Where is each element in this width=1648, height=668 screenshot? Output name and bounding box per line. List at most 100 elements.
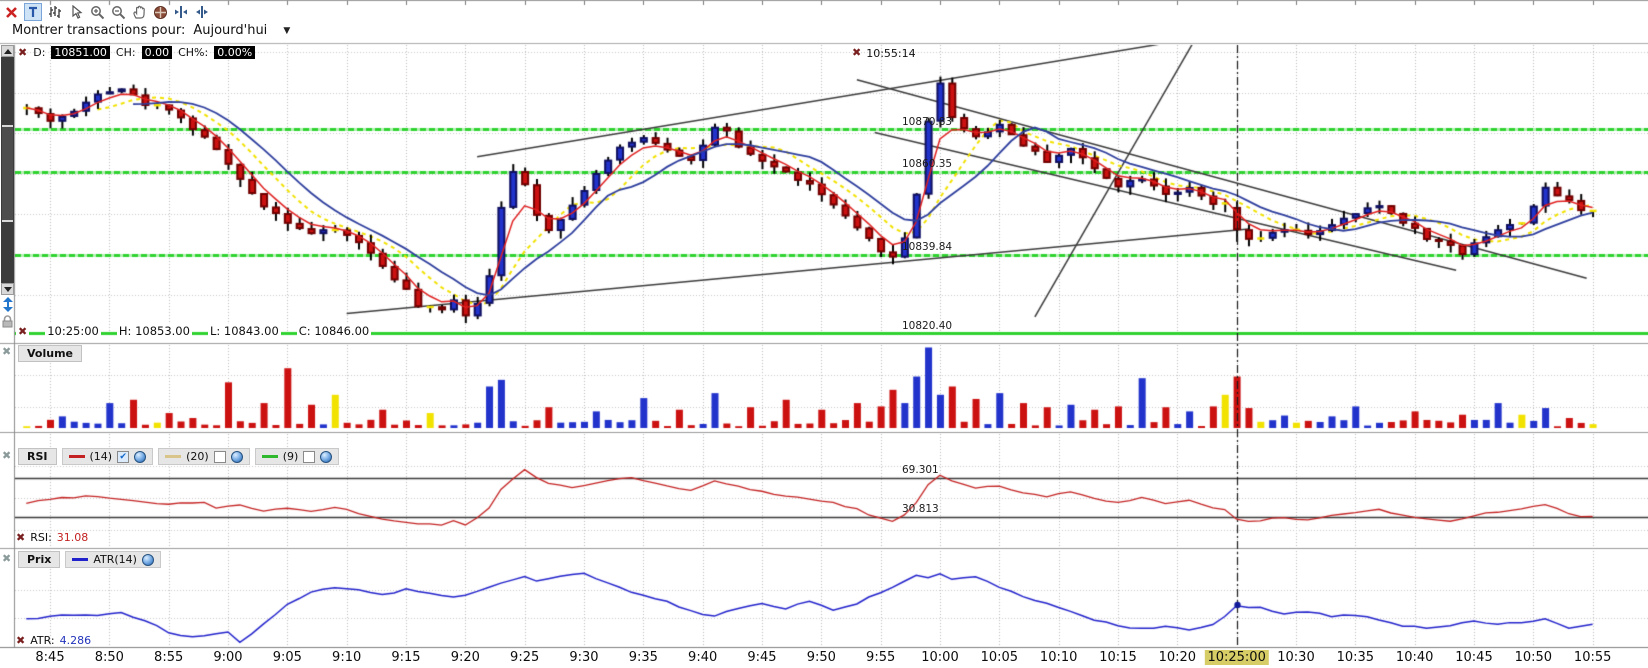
x-axis-label: 9:10 xyxy=(332,650,362,665)
x-axis-label: 10:55 xyxy=(1573,650,1612,665)
volume-panel-title: Volume xyxy=(18,345,82,362)
close-button[interactable] xyxy=(3,4,19,20)
x-axis-label: 9:40 xyxy=(688,650,718,665)
rsi-series-14-legend: (14) ✔ xyxy=(61,448,154,465)
x-axis-label: 10:50 xyxy=(1514,650,1553,665)
x-axis-label: 9:05 xyxy=(272,650,302,665)
x-axis-label: 10:25:00 xyxy=(1204,650,1269,665)
x-axis-label: 10:35 xyxy=(1336,650,1375,665)
cursor-time-value: 10:55:14 xyxy=(866,47,916,60)
change-pct-label: CH%: xyxy=(178,46,209,59)
close-atr-readout-icon[interactable]: ✖ xyxy=(16,635,25,646)
x-axis-label: 10:10 xyxy=(1039,650,1078,665)
x-axis-label: 10:45 xyxy=(1455,650,1493,665)
x-axis-label: 10:15 xyxy=(1099,650,1137,665)
rsi-20-label: (20) xyxy=(186,450,209,463)
x-axis-label: 9:45 xyxy=(747,650,777,665)
rsi-readout-label: RSI: xyxy=(30,531,52,544)
x-axis-label: 9:20 xyxy=(450,650,480,665)
x-axis-label: 8:45 xyxy=(35,650,65,665)
rsi-readout: ✖ RSI: 31.08 xyxy=(16,531,88,544)
time-axis: 8:45 8:50 8:55 9:00 9:05 9:10 9:15 9:20 9:25 9:30… xyxy=(0,650,1648,667)
rsi-9-label: (9) xyxy=(282,450,299,463)
text-tool-button[interactable] xyxy=(24,3,42,21)
x-axis-label: 10:30 xyxy=(1277,650,1315,665)
arrow-up-icon xyxy=(3,48,12,54)
close-cursor-time-icon[interactable]: ✖ xyxy=(852,47,861,60)
last-label: D: xyxy=(33,46,46,59)
vertical-scrollbar[interactable] xyxy=(1,45,14,295)
chart-toolbar xyxy=(3,3,210,21)
chevron-down-icon: ▼ xyxy=(283,25,291,36)
atr-series-legend: ATR(14) xyxy=(65,551,161,568)
x-axis-label: 10:00 xyxy=(921,650,959,665)
price-level-label: 10820.40 xyxy=(902,320,953,332)
close-rsi-readout-icon[interactable]: ✖ xyxy=(16,532,25,543)
transactions-filter-dropdown[interactable]: Aujourd'hui ▼ xyxy=(193,23,290,38)
x-axis-label: 9:50 xyxy=(806,650,836,665)
rsi-20-checkbox[interactable] xyxy=(213,450,226,463)
rsi-14-label: (14) xyxy=(89,450,113,463)
zoom-in-button[interactable] xyxy=(89,4,105,20)
scroll-down-button[interactable] xyxy=(1,283,14,295)
rsi-lower-level-label: 30.813 xyxy=(902,503,939,515)
rsi-panel-title: RSI xyxy=(18,448,57,465)
rsi-9-checkbox[interactable] xyxy=(303,450,316,463)
filter-value: Aujourd'hui xyxy=(193,23,268,38)
close-rsi-panel-icon[interactable]: ✖ xyxy=(2,449,11,462)
bars-tool-button[interactable] xyxy=(47,4,63,20)
status-low: L: 10843.00 xyxy=(207,324,281,338)
atr-settings-icon[interactable] xyxy=(141,553,154,566)
x-axis-label: 10:40 xyxy=(1395,650,1434,665)
atr-line-swatch xyxy=(72,558,89,561)
x-axis-label: 8:55 xyxy=(154,650,184,665)
atr-readout-value: 4.286 xyxy=(59,634,92,647)
rsi-20-line-swatch xyxy=(165,455,182,458)
atr-series-label: ATR(14) xyxy=(93,553,137,566)
rsi-14-line-swatch xyxy=(68,455,85,458)
price-level-label: 10860.35 xyxy=(902,158,953,170)
x-axis-label: 9:00 xyxy=(213,650,243,665)
price-level-label: 10839.84 xyxy=(902,241,953,253)
atr-panel-title: Prix xyxy=(18,551,61,568)
x-axis-label: 8:50 xyxy=(94,650,124,665)
atr-readout-label: ATR: xyxy=(30,634,55,647)
change-value: 0.00 xyxy=(141,46,173,59)
rsi-readout-value: 31.08 xyxy=(56,531,89,544)
status-time: 10:25:00 xyxy=(45,324,101,338)
rsi-14-checkbox[interactable]: ✔ xyxy=(117,450,130,463)
scroll-up-button[interactable] xyxy=(1,45,14,57)
cursor-time-readout: ✖ 10:55:14 xyxy=(852,47,916,60)
filter-label: Montrer transactions pour: xyxy=(12,23,186,38)
close-volume-panel-icon[interactable]: ✖ xyxy=(2,345,11,358)
arrow-down-icon xyxy=(3,286,12,292)
expand-bars-button[interactable] xyxy=(173,4,189,20)
crosshair-tool-button[interactable] xyxy=(152,4,168,20)
change-pct-value: 0.00% xyxy=(214,46,256,59)
price-level-label: 10870.83 xyxy=(902,116,953,128)
rsi-9-settings-icon[interactable] xyxy=(320,450,333,463)
rsi-series-9-legend: (9) xyxy=(254,448,340,465)
x-axis-label: 9:25 xyxy=(510,650,540,665)
scrollbar-thumb[interactable] xyxy=(2,125,13,222)
x-axis-label: 10:20 xyxy=(1158,650,1197,665)
rsi-20-settings-icon[interactable] xyxy=(230,450,243,463)
rsi-upper-level-label: 69.301 xyxy=(902,464,939,476)
cursor-tool-button[interactable] xyxy=(68,4,84,20)
close-quote-icon[interactable]: ✖ xyxy=(18,47,27,58)
close-atr-panel-icon[interactable]: ✖ xyxy=(2,552,11,565)
trading-app-window: Montrer transactions pour: Aujourd'hui ▼… xyxy=(0,0,1648,668)
close-status-icon[interactable]: ✖ xyxy=(16,325,30,337)
x-axis-label: 9:35 xyxy=(628,650,658,665)
lock-icon[interactable] xyxy=(2,313,13,332)
rsi-9-line-swatch xyxy=(261,455,278,458)
quote-readout: ✖ D: 10851.00 CH: 0.00 CH%: 0.00% xyxy=(18,46,256,59)
atr-readout: ✖ ATR: 4.286 xyxy=(16,634,91,647)
compress-bars-button[interactable] xyxy=(194,4,210,20)
pan-tool-button[interactable] xyxy=(131,4,147,20)
rsi-series-20-legend: (20) xyxy=(158,448,250,465)
x-axis-label: 9:55 xyxy=(866,650,896,665)
zoom-out-button[interactable] xyxy=(110,4,126,20)
status-close: C: 10846.00 xyxy=(296,324,372,338)
rsi-14-settings-icon[interactable] xyxy=(134,450,147,463)
